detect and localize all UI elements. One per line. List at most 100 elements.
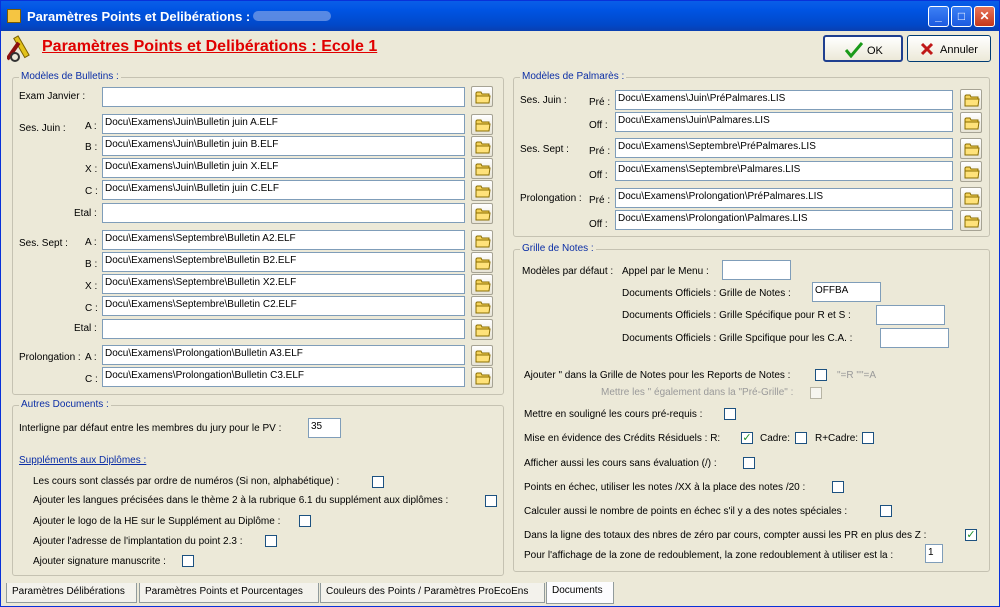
folder-button[interactable] [471,158,493,179]
folder-icon [475,350,491,363]
minimize-button[interactable]: _ [928,6,949,27]
palmares-sept-label: Ses. Sept : [520,144,569,155]
tab-couleurs-points[interactable]: Couleurs des Points / Paramètres ProEcoE… [320,583,545,603]
off-label: Off : [589,120,608,131]
tab-documents[interactable]: Documents [546,582,614,604]
appel-menu-field[interactable] [722,260,791,280]
folder-button[interactable] [471,203,493,224]
echec-checkbox[interactable] [832,481,844,493]
pre-label: Pré : [589,146,611,157]
title-bar[interactable]: Paramètres Points et Delibérations : _ □… [1,1,999,31]
check-label: Ajouter l'adresse de l'implantation du p… [33,536,243,547]
maximize-button[interactable]: □ [951,6,972,27]
folder-button[interactable] [471,252,493,273]
sept-a-field[interactable]: Docu\Examens\Septembre\Bulletin A2.ELF [102,230,465,250]
docs-grille-label: Documents Officiels : Grille de Notes : [622,288,791,299]
palmares-prolong-label: Prolongation : [520,193,582,204]
palmares-juin-off-field[interactable]: Docu\Examens\Juin\Palmares.LIS [615,112,953,132]
folder-button[interactable] [471,345,493,366]
folder-button[interactable] [471,367,493,388]
folder-button[interactable] [471,114,493,135]
classes-checkbox[interactable] [372,476,384,488]
docs-ca-field[interactable] [880,328,949,348]
palmares-prolong-pre-field[interactable]: Docu\Examens\Prolongation\PréPalmares.LI… [615,188,953,208]
tab-parametres-deliberations[interactable]: Paramètres Délibérations [6,583,137,603]
check-label: Les cours sont classés par ordre de numé… [33,476,340,487]
folder-button[interactable] [471,180,493,201]
folder-button[interactable] [471,136,493,157]
adresse-checkbox[interactable] [265,535,277,547]
juin-x-field[interactable]: Docu\Examens\Juin\Bulletin juin X.ELF [102,158,465,178]
juin-b-field[interactable]: Docu\Examens\Juin\Bulletin juin B.ELF [102,136,465,156]
totaux-checkbox[interactable]: ✓ [965,529,977,541]
cancel-x-icon [920,42,934,56]
palmares-juin-pre-field[interactable]: Docu\Examens\Juin\PréPalmares.LIS [615,90,953,110]
langues-checkbox[interactable] [485,495,497,507]
folder-icon [475,301,491,314]
logo-checkbox[interactable] [299,515,311,527]
folder-button[interactable] [471,86,493,107]
folder-button[interactable] [960,210,982,231]
palmares-sept-pre-field[interactable]: Docu\Examens\Septembre\PréPalmares.LIS [615,138,953,158]
juin-etal-field[interactable] [102,203,465,223]
folder-button[interactable] [471,230,493,251]
sept-c-field[interactable]: Docu\Examens\Septembre\Bulletin C2.ELF [102,296,465,316]
mettre-checkbox[interactable] [810,387,822,399]
ok-label: OK [867,45,883,57]
folder-button[interactable] [471,274,493,295]
exam-janvier-label: Exam Janvier : [19,91,86,102]
folder-button[interactable] [960,138,982,159]
folder-button[interactable] [471,319,493,340]
prolong-a-field[interactable]: Docu\Examens\Prolongation\Bulletin A3.EL… [102,345,465,365]
souligne-label: Mettre en souligné les cours pré-requis … [524,409,703,420]
sept-etal-field[interactable] [102,319,465,339]
checkmark-icon [845,42,863,58]
interligne-field[interactable]: 35 [308,418,341,438]
juin-a-key: A : [85,121,97,132]
folder-icon [964,117,980,130]
folder-icon [964,166,980,179]
tab-bar: Paramètres Délibérations Paramètres Poin… [1,582,999,607]
palmares-prolong-off-field[interactable]: Docu\Examens\Prolongation\Palmares.LIS [615,210,953,230]
calculer-checkbox[interactable] [880,505,892,517]
cancel-button[interactable]: Annuler [907,35,991,62]
folder-button[interactable] [471,296,493,317]
check-label: Ajouter les langues précisées dans le th… [33,495,449,506]
docs-rs-field[interactable] [876,305,945,325]
juin-b-key: B : [85,142,98,153]
folder-icon [475,324,491,337]
palmares-sept-off-field[interactable]: Docu\Examens\Septembre\Palmares.LIS [615,161,953,181]
folder-button[interactable] [960,187,982,208]
rcadre-checkbox[interactable] [862,432,874,444]
tab-parametres-points[interactable]: Paramètres Points et Pourcentages [139,583,319,603]
redoublement-field[interactable]: 1 [925,544,943,563]
juin-label: Ses. Juin : [19,123,66,134]
folder-button[interactable] [960,161,982,182]
docs-ca-label: Documents Officiels : Grille Spcifique p… [622,333,853,344]
docs-grille-field[interactable]: OFFBA [812,282,881,302]
signature-checkbox[interactable] [182,555,194,567]
cadre-checkbox[interactable] [795,432,807,444]
residuels-r-checkbox[interactable]: ✓ [741,432,753,444]
ok-button[interactable]: OK [823,35,903,62]
prolong-c-field[interactable]: Docu\Examens\Prolongation\Bulletin C3.EL… [102,367,465,387]
ajouter-label: Ajouter " dans la Grille de Notes pour l… [524,370,791,381]
redoublement-label: Pour l'affichage de la zone de redoublem… [524,550,894,561]
docs-rs-label: Documents Officiels : Grille Spécifique … [622,310,851,321]
prolongation-label: Prolongation : [19,352,81,363]
souligne-checkbox[interactable] [724,408,736,420]
interligne-label: Interligne par défaut entre les membres … [19,423,282,434]
sept-b-field[interactable]: Docu\Examens\Septembre\Bulletin B2.ELF [102,252,465,272]
exam-janvier-field[interactable] [102,87,465,107]
juin-etal-key: Etal : [74,208,97,219]
folder-button[interactable] [960,112,982,133]
autres-legend: Autres Documents : [19,399,111,410]
folder-button[interactable] [960,89,982,110]
folder-icon [964,94,980,107]
juin-a-field[interactable]: Docu\Examens\Juin\Bulletin juin A.ELF [102,114,465,134]
close-button[interactable]: ✕ [974,6,995,27]
sans-eval-checkbox[interactable] [743,457,755,469]
ajouter-checkbox[interactable] [815,369,827,381]
sept-x-field[interactable]: Docu\Examens\Septembre\Bulletin X2.ELF [102,274,465,294]
juin-c-field[interactable]: Docu\Examens\Juin\Bulletin juin C.ELF [102,180,465,200]
